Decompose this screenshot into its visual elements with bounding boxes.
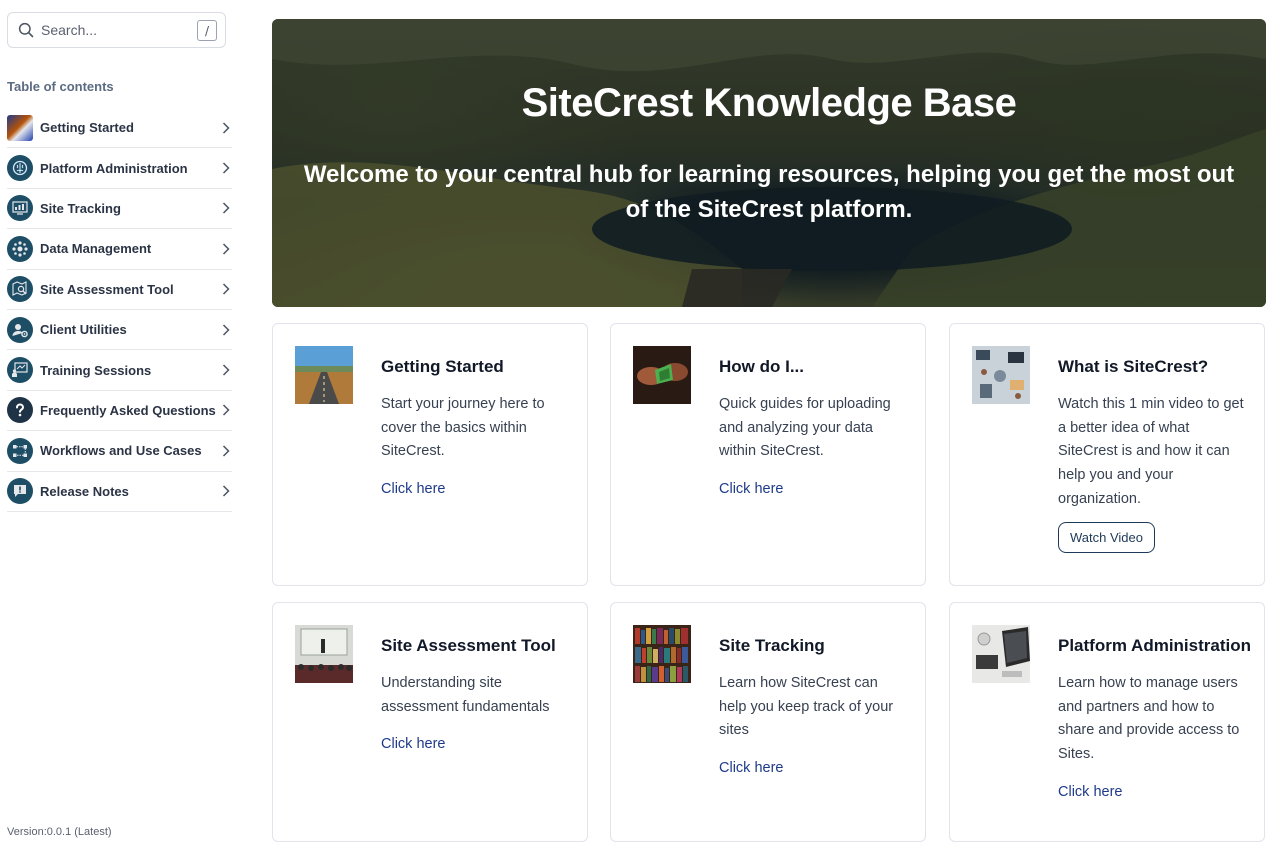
sidebar-item-label: Getting Started xyxy=(40,120,134,136)
sidebar-item-getting-started[interactable]: Getting Started xyxy=(7,108,232,149)
search-icon xyxy=(18,22,34,38)
card-description: Start your journey here to cover the bas… xyxy=(381,396,545,460)
workspace-thumbnail xyxy=(972,346,1030,404)
sidebar-item-label: Site Assessment Tool xyxy=(40,281,174,297)
card-how-do-i: How do I... Quick guides for uploading a… xyxy=(610,323,926,586)
sidebar-item-label: Training Sessions xyxy=(40,362,152,378)
chevron-right-icon xyxy=(220,243,232,255)
search-shortcut-key: / xyxy=(197,20,217,41)
sidebar-item-label: Workflows and Use Cases xyxy=(40,443,202,459)
table-of-contents: Getting Started Platform Administration … xyxy=(7,108,232,512)
chevron-right-icon xyxy=(220,404,232,416)
sidebar-item-label: Client Utilities xyxy=(40,322,127,338)
card-getting-started: Getting Started Start your journey here … xyxy=(272,323,588,586)
card-title: What is SiteCrest? xyxy=(1058,357,1209,376)
brain-icon xyxy=(7,155,33,182)
card-title: Getting Started xyxy=(381,357,504,376)
map-search-icon xyxy=(7,276,33,303)
road-thumbnail xyxy=(295,346,353,404)
chevron-right-icon xyxy=(220,485,232,497)
card-title: Site Assessment Tool xyxy=(381,636,556,655)
lecture-thumbnail xyxy=(295,625,353,683)
card-description: Quick guides for uploading and analyzing… xyxy=(719,396,891,460)
card-site-assessment-tool: Site Assessment Tool Understanding site … xyxy=(272,602,588,842)
user-gear-icon xyxy=(7,316,33,343)
sidebar-item-site-assessment-tool[interactable]: Site Assessment Tool xyxy=(7,270,232,310)
sidebar-item-training-sessions[interactable]: Training Sessions xyxy=(7,350,232,391)
sidebar-item-label: Data Management xyxy=(40,241,152,257)
laptop-desk-thumbnail xyxy=(972,625,1030,683)
hero-title: SiteCrest Knowledge Base xyxy=(521,81,1017,125)
card-link[interactable]: Click here xyxy=(381,736,445,752)
chevron-right-icon xyxy=(220,324,232,336)
version-label: Version:0.0.1 (Latest) xyxy=(7,826,112,838)
getting-started-image-icon xyxy=(7,114,33,141)
card-description: Learn how SiteCrest can help you keep tr… xyxy=(719,675,894,739)
card-description: Understanding site assessment fundamenta… xyxy=(381,675,550,715)
sidebar-item-label: Platform Administration xyxy=(40,160,188,176)
sidebar: / Table of contents Getting Started Plat… xyxy=(0,0,240,847)
card-link[interactable]: Click here xyxy=(1058,784,1122,800)
sidebar-item-faq[interactable]: Frequently Asked Questions xyxy=(7,391,232,432)
card-description: Watch this 1 min video to get a better i… xyxy=(1058,396,1244,507)
chevron-right-icon xyxy=(220,283,232,295)
card-link[interactable]: Click here xyxy=(719,760,783,776)
sidebar-item-release-notes[interactable]: Release Notes xyxy=(7,472,232,512)
chevron-right-icon xyxy=(220,122,232,134)
sidebar-item-client-utilities[interactable]: Client Utilities xyxy=(7,310,232,351)
presentation-icon xyxy=(7,357,33,384)
chevron-right-icon xyxy=(220,162,232,174)
card-what-is-sitecrest: What is SiteCrest? Watch this 1 min vide… xyxy=(949,323,1265,586)
sidebar-item-platform-administration[interactable]: Platform Administration xyxy=(7,148,232,189)
chevron-right-icon xyxy=(220,202,232,214)
network-icon xyxy=(7,235,33,262)
card-title: Platform Administration xyxy=(1058,636,1251,655)
sidebar-item-label: Frequently Asked Questions xyxy=(40,402,216,418)
sidebar-item-workflows[interactable]: Workflows and Use Cases xyxy=(7,431,232,472)
watch-video-button[interactable]: Watch Video xyxy=(1058,522,1155,553)
toc-title: Table of contents xyxy=(7,79,114,94)
card-description: Learn how to manage users and partners a… xyxy=(1058,675,1240,763)
card-platform-administration: Platform Administration Learn how to man… xyxy=(949,602,1265,842)
card-title: Site Tracking xyxy=(719,636,825,655)
chevron-right-icon xyxy=(220,364,232,376)
hero-banner: SiteCrest Knowledge Base Welcome to your… xyxy=(272,19,1266,307)
notes-icon xyxy=(7,478,33,505)
sidebar-item-data-management[interactable]: Data Management xyxy=(7,229,232,270)
search-box[interactable]: / xyxy=(7,12,226,48)
card-site-tracking: Site Tracking Learn how SiteCrest can he… xyxy=(610,602,926,842)
card-link[interactable]: Click here xyxy=(381,481,445,497)
sidebar-item-label: Release Notes xyxy=(40,483,129,499)
sidebar-item-label: Site Tracking xyxy=(40,200,121,216)
hands-thumbnail xyxy=(633,346,691,404)
search-input[interactable] xyxy=(41,22,191,38)
card-link[interactable]: Click here xyxy=(719,481,783,497)
hero-subtitle: Welcome to your central hub for learning… xyxy=(303,161,1235,223)
bookshelf-thumbnail xyxy=(633,625,691,683)
chevron-right-icon xyxy=(220,445,232,457)
sidebar-item-site-tracking[interactable]: Site Tracking xyxy=(7,189,232,230)
workflow-icon xyxy=(7,437,33,464)
card-title: How do I... xyxy=(719,357,804,376)
dashboard-icon xyxy=(7,195,33,222)
question-icon xyxy=(7,397,33,424)
